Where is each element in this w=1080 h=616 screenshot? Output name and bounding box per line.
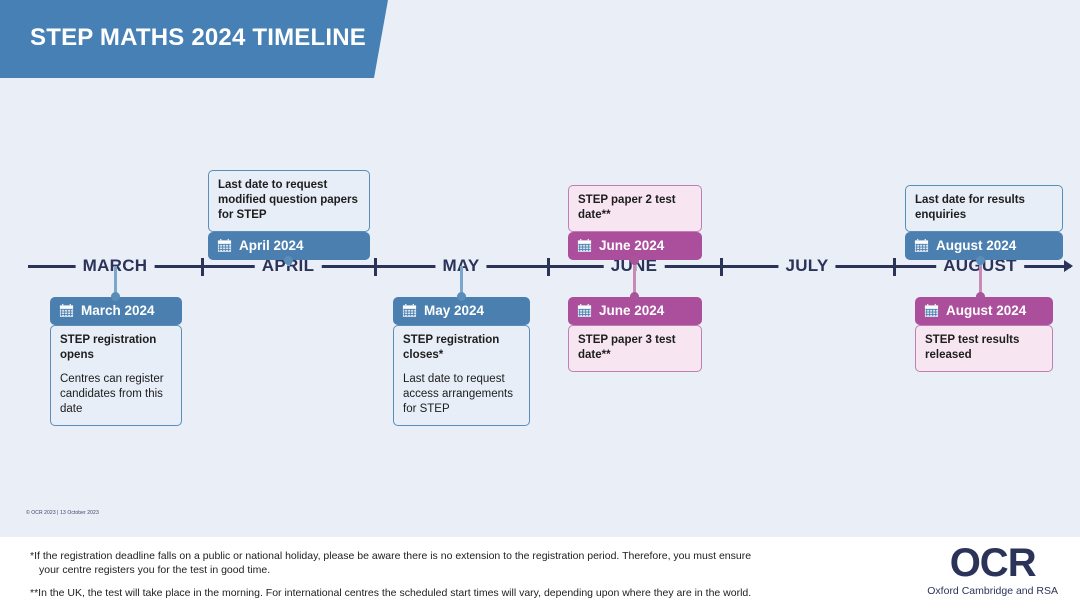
footnote-1-line-2: your centre registers you for the test i… [39,564,271,576]
event-title: STEP test results released [925,334,1020,361]
event-date-label: June 2024 [599,303,665,318]
event-title: STEP registration opens [60,334,157,361]
ocr-logo-tagline: Oxford Cambridge and RSA [927,585,1058,597]
axis-arrow-icon [1064,260,1073,272]
event-date-label: April 2024 [239,238,304,253]
event-title: STEP paper 2 test date** [578,194,676,221]
timeline-event-june-paper-2[interactable]: STEP paper 2 test date** June 2024 [568,185,702,260]
event-date-label: May 2024 [424,303,485,318]
event-connector-dot [284,256,293,265]
axis-tick [374,258,377,276]
event-detail-box: STEP registration closes* Last date to re… [393,325,530,426]
footnote-1-line-1: *If the registration deadline falls on a… [30,550,752,562]
page-title: STEP MATHS 2024 TIMELINE [30,24,366,51]
copyright-line: © OCR 2023 | 13 October 2023 [26,510,99,516]
event-date-label: March 2024 [81,303,155,318]
calendar-icon [924,303,939,317]
infographic-canvas: STEP MATHS 2024 TIMELINE MARCHAPRILMAYJU… [0,0,1080,616]
ocr-logo-mark: OCR [949,541,1037,585]
event-date-label: August 2024 [936,238,1017,253]
event-connector-dot [111,292,120,301]
event-detail-box: STEP paper 2 test date** [568,185,702,232]
event-title: Last date to request modified question p… [218,179,358,221]
axis-tick [547,258,550,276]
calendar-icon [577,238,592,252]
calendar-icon [217,238,232,252]
timeline-event-march[interactable]: March 2024 STEP registration opens Centres… [50,297,182,426]
event-detail-box: Last date to request modified question p… [208,170,370,232]
month-label-july: JULY [778,255,836,277]
event-description: Last date to request access arrangements… [403,373,513,415]
timeline-event-august-enquiries[interactable]: Last date for results enquiries August 20… [905,185,1063,260]
event-date-badge: May 2024 [393,297,530,325]
timeline-event-august-results[interactable]: August 2024 STEP test results released [915,297,1053,372]
event-date-badge: March 2024 [50,297,182,325]
event-connector-dot [630,292,639,301]
event-date-badge: August 2024 [905,232,1063,260]
event-detail-box: STEP test results released [915,325,1053,372]
event-title: STEP registration closes* [403,334,500,361]
event-detail-box: STEP registration opens Centres can regis… [50,325,182,426]
event-detail-box: Last date for results enquiries [905,185,1063,232]
calendar-icon [402,303,417,317]
calendar-icon [577,303,592,317]
timeline-event-june-paper-3[interactable]: June 2024 STEP paper 3 test date** [568,297,702,372]
event-title: Last date for results enquiries [915,194,1025,221]
axis-tick [201,258,204,276]
event-description: Centres can register candidates from thi… [60,373,164,415]
event-date-badge: June 2024 [568,297,702,325]
event-connector-dot [976,292,985,301]
ocr-logo: OCR Oxford Cambridge and RSA [927,543,1058,598]
calendar-icon [914,238,929,252]
axis-tick [720,258,723,276]
axis-tick [893,258,896,276]
timeline-event-april[interactable]: Last date to request modified question p… [208,170,370,260]
calendar-icon [59,303,74,317]
event-detail-box: STEP paper 3 test date** [568,325,702,372]
event-date-label: August 2024 [946,303,1027,318]
timeline-event-may[interactable]: May 2024 STEP registration closes* Last da… [393,297,530,426]
event-connector-dot [630,256,639,265]
footnote-double-asterisk: **In the UK, the test will take place in… [30,587,752,599]
footnote-asterisk: *If the registration deadline falls on a… [30,549,790,577]
event-date-label: June 2024 [599,238,665,253]
event-connector-dot [976,256,985,265]
event-connector-dot [457,292,466,301]
event-date-badge: August 2024 [915,297,1053,325]
event-title: STEP paper 3 test date** [578,334,676,361]
